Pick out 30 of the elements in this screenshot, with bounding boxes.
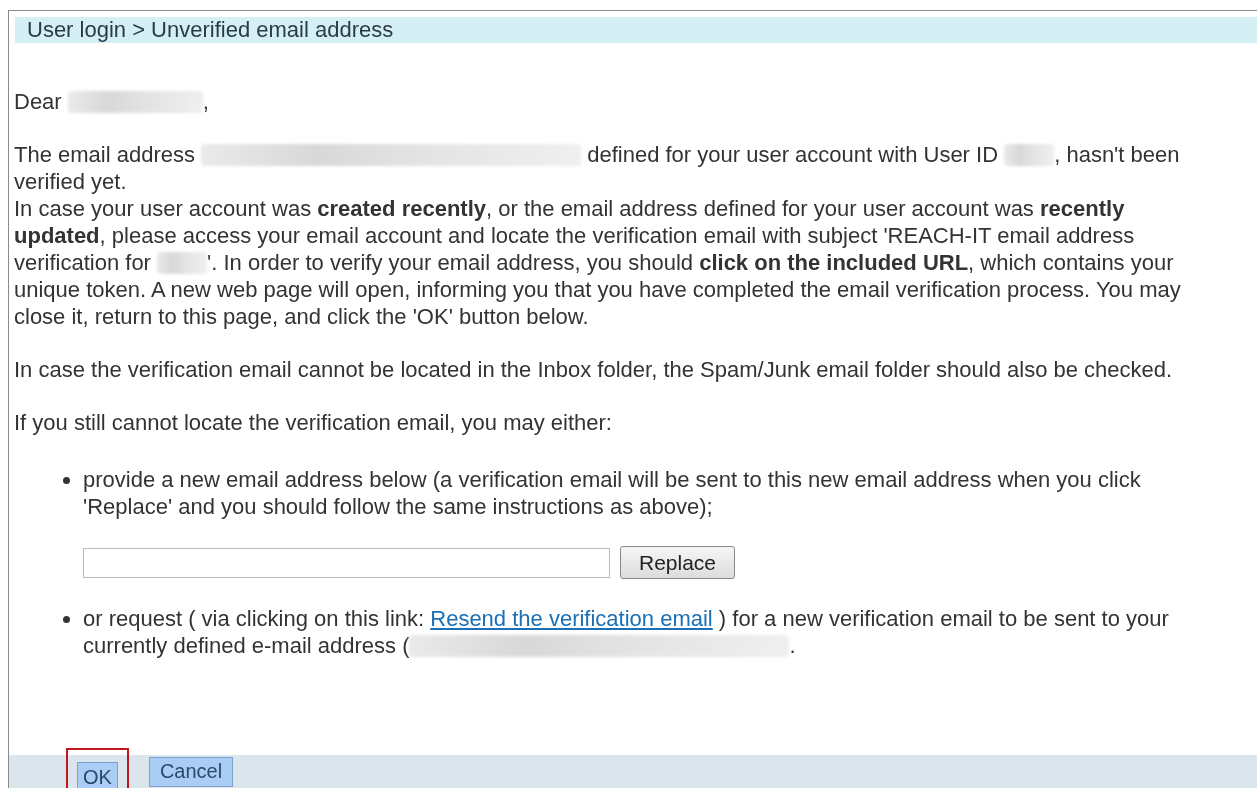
option-text: ) for a new verification email to be sent to your (717, 605, 1169, 632)
message-text: verified yet. (14, 168, 127, 195)
option-text: or request ( via clicking on this link: (83, 605, 426, 632)
email-input-field[interactable] (83, 547, 610, 578)
message-text: defined for your user account with User ID (586, 141, 1000, 168)
message-text: In case your user account was created recently, or the email address defined for your user account was recently (14, 195, 1125, 222)
redaction-blur (157, 251, 208, 274)
resend-link[interactable]: Resend the verification email (430, 605, 713, 632)
breadcrumb: User login > Unverified email address (27, 17, 394, 42)
message-text: , (202, 88, 209, 115)
message-text: '. In order to verify your email address, you should click on the included URL, which contains your (207, 249, 1174, 276)
message-text: close it, return to this page, and click the 'OK' button below. (14, 303, 589, 330)
message-text: In case the verification email cannot be located in the Inbox folder, the Spam/Junk email folder should also be checked. (14, 356, 1173, 383)
message-text: , hasn't been (1054, 141, 1180, 168)
message-text: verification for (14, 249, 152, 276)
option-text: . (789, 632, 796, 659)
message-text: If you still cannot locate the verification email, you may either: (14, 409, 612, 436)
message-text: unique token. A new web page will open, informing you that you have completed the email verification process. You may (14, 276, 1181, 303)
bullet-icon (63, 616, 70, 623)
cancel-button[interactable]: Cancel (148, 756, 234, 787)
option-text: provide a new email address below (a verification email will be sent to this new email address when you click (83, 466, 1141, 493)
replace-button[interactable]: Replace (620, 546, 735, 579)
ok-button[interactable]: OK (77, 762, 118, 788)
option-text: currently defined e-mail address ( (83, 632, 410, 659)
message-text: The email address (14, 141, 196, 168)
bullet-icon (63, 477, 70, 484)
redaction-blur (1004, 143, 1055, 166)
option-text: 'Replace' and you should follow the same instructions as above); (83, 493, 713, 520)
message-text: Dear (14, 88, 63, 115)
message-text: updated, please access your email account and locate the verification email with subject 'REACH-IT email address (14, 222, 1135, 249)
